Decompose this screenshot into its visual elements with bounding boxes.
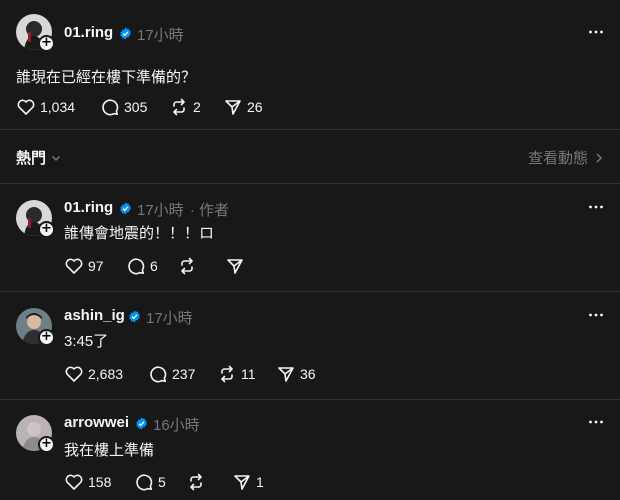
repost-icon [173, 98, 185, 116]
comment-icon [102, 99, 119, 116]
heart-icon [65, 366, 83, 382]
time-text: 17小時 [137, 202, 184, 219]
share-icon [234, 475, 250, 490]
reply-time: 16小時 [153, 417, 200, 434]
sort-label: 熱門 [16, 150, 47, 167]
verified-icon [136, 417, 147, 430]
repost-button[interactable]: 11 [217, 364, 256, 384]
reply: + ashin_ig 17小時 3:45了 2,683 237 11 36 [0, 292, 620, 399]
share-count: 36 [300, 366, 316, 382]
reply-time: 17小時 · 作者 [137, 199, 229, 220]
chevron-right-icon [596, 152, 603, 163]
username[interactable]: ashin_ig [64, 307, 125, 324]
verified-icon [120, 202, 131, 215]
share-icon [278, 367, 294, 382]
like-count: 1,034 [40, 99, 76, 115]
comment-count: 6 [150, 258, 158, 274]
like-count: 97 [88, 258, 104, 274]
verified-icon [129, 310, 140, 323]
repost-count: 11 [241, 366, 256, 382]
share-icon [227, 259, 243, 274]
more-icon[interactable] [588, 414, 604, 430]
follow-plus-icon[interactable]: + [38, 329, 55, 346]
share-icon [225, 100, 241, 115]
repost-button[interactable]: 2 [169, 97, 201, 117]
share-count: 1 [256, 474, 264, 490]
comment-count: 5 [158, 474, 166, 490]
heart-icon [65, 258, 83, 274]
chevron-down-icon [51, 155, 61, 161]
share-button[interactable]: 1 [232, 472, 264, 492]
repost-count: 2 [193, 99, 201, 115]
username[interactable]: 01.ring [64, 24, 113, 41]
follow-plus-icon[interactable]: + [38, 221, 55, 238]
heart-icon [65, 474, 83, 490]
username[interactable]: arrowwei [64, 414, 129, 431]
reply-time: 17小時 [146, 310, 193, 327]
username[interactable]: 01.ring [64, 199, 113, 216]
follow-plus-icon[interactable]: + [38, 35, 55, 52]
heart-icon [17, 99, 35, 115]
repost-button[interactable] [186, 472, 210, 492]
comment-count: 305 [124, 99, 148, 115]
share-button[interactable] [225, 256, 249, 276]
reply-actions: 2,683 237 11 36 [64, 364, 324, 384]
share-button[interactable]: 36 [276, 364, 316, 384]
like-count: 2,683 [88, 366, 124, 382]
reply-text: 我在樓上準備 [64, 442, 155, 459]
more-icon[interactable] [588, 199, 604, 215]
comment-icon [136, 474, 153, 491]
view-activity-link[interactable]: 查看動態 [528, 147, 604, 168]
verified-icon [120, 27, 131, 40]
main-post: + 01.ring 17小時 誰現在已經在樓下準備的？ 1,034 305 2 … [0, 0, 620, 130]
like-button[interactable]: 158 [64, 472, 111, 492]
repost-button[interactable] [177, 256, 201, 276]
repost-icon [221, 365, 233, 383]
comment-icon [128, 258, 145, 275]
reply-text: 誰傳會地震的！！！ロ [64, 225, 215, 242]
reply: + arrowwei 16小時 我在樓上準備 158 5 1 [0, 400, 620, 500]
comment-icon [150, 366, 167, 383]
reply-actions: 158 5 1 [64, 472, 284, 492]
comment-button[interactable]: 305 [100, 97, 147, 117]
post-time: 17小時 [137, 27, 184, 44]
comment-count: 237 [172, 366, 196, 382]
author-tag: · 作者 [189, 202, 230, 219]
post-text: 誰現在已經在樓下準備的？ [16, 69, 197, 86]
follow-plus-icon[interactable]: + [38, 436, 55, 453]
like-button[interactable]: 1,034 [16, 97, 75, 117]
comment-button[interactable]: 237 [148, 364, 195, 384]
repost-icon [190, 473, 202, 491]
divider [0, 129, 620, 130]
more-icon[interactable] [588, 24, 604, 40]
more-icon[interactable] [588, 307, 604, 323]
sort-dropdown[interactable]: 熱門 [16, 147, 62, 168]
like-button[interactable]: 2,683 [64, 364, 123, 384]
reply-actions: 97 6 [64, 256, 264, 276]
share-button[interactable]: 26 [223, 97, 263, 117]
like-button[interactable]: 97 [64, 256, 104, 276]
activity-label: 查看動態 [527, 150, 588, 167]
comment-button[interactable]: 5 [134, 472, 166, 492]
share-count: 26 [247, 99, 263, 115]
reply-text: 3:45了 [64, 333, 109, 350]
repost-icon [181, 257, 193, 275]
like-count: 158 [88, 474, 112, 490]
comment-button[interactable]: 6 [126, 256, 158, 276]
post-actions: 1,034 305 2 26 [16, 97, 276, 117]
reply: + 01.ring 17小時 · 作者 誰傳會地震的！！！ロ 97 6 [0, 184, 620, 291]
